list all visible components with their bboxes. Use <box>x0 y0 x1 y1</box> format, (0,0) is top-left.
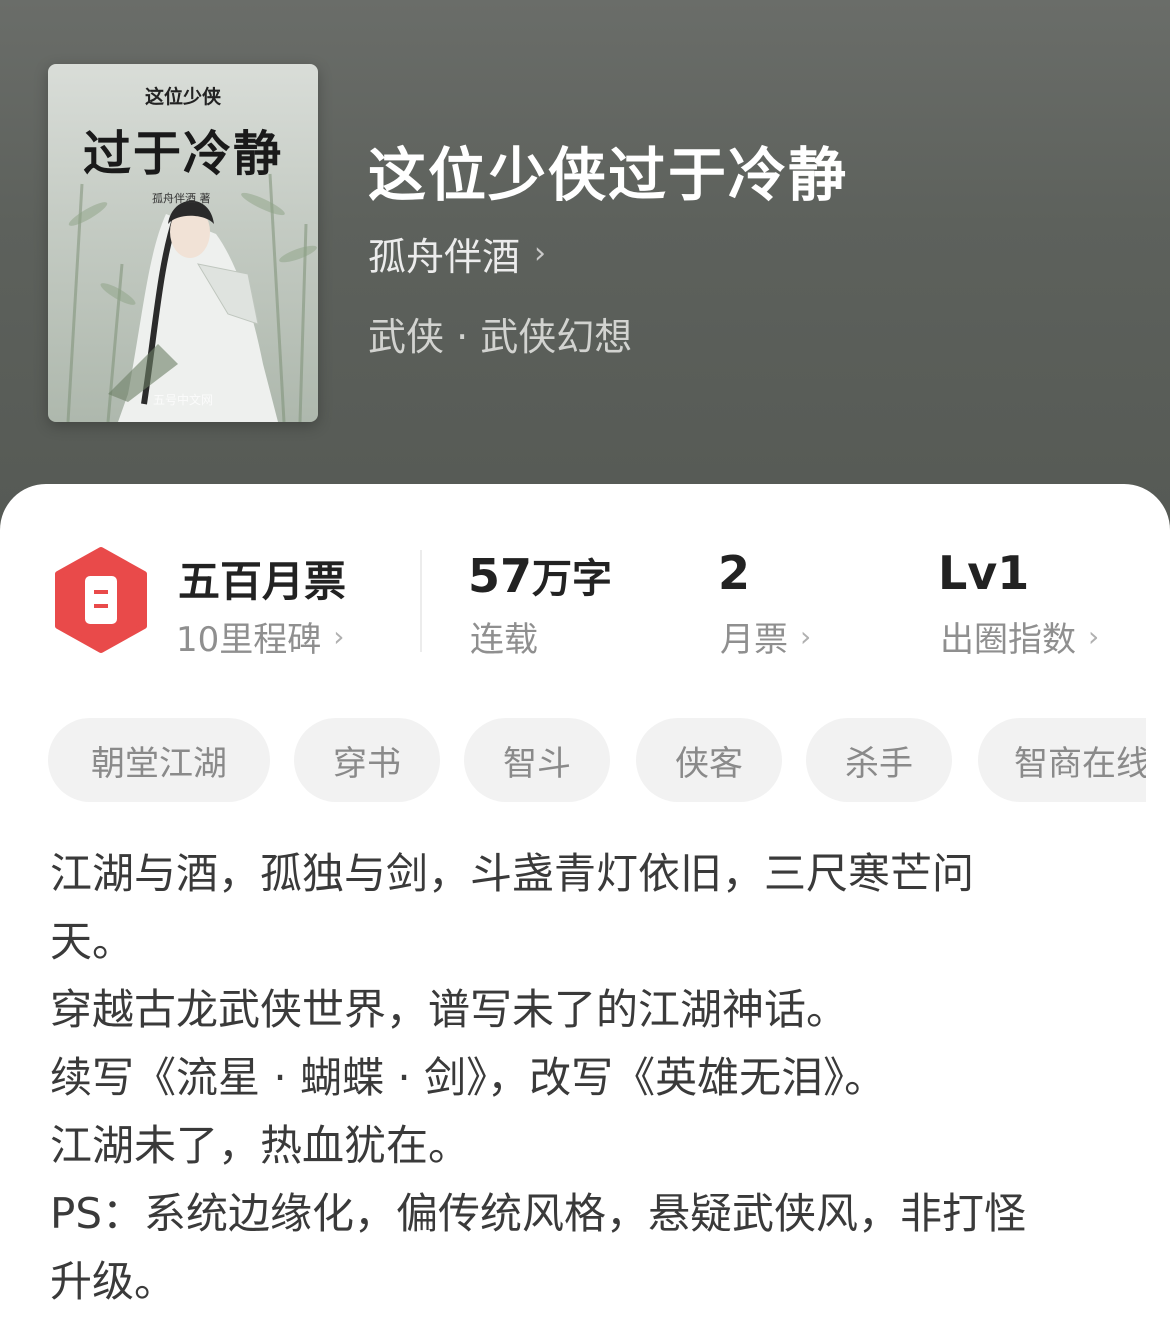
ticket-milestone-link[interactable]: 10里程碑 › <box>176 612 344 661</box>
cover-big-title: 过于冷静 <box>82 126 283 182</box>
serial-status-label: 连载 <box>470 620 538 660</box>
tag-chip[interactable]: 侠客 <box>636 718 782 802</box>
stats-divider <box>420 550 422 652</box>
book-title: 这位少侠过于冷静 <box>368 141 849 209</box>
chevron-right-icon: › <box>800 620 812 653</box>
description-line: 江湖与酒，孤独与剑，斗盏青灯依旧，三尺寒芒问 <box>50 849 975 898</box>
book-description: 江湖与酒，孤独与剑，斗盏青灯依旧，三尺寒芒问 天。 穿越古龙武侠世界，谱写未了的… <box>50 840 1130 1316</box>
word-count-number: 57 <box>468 549 533 603</box>
monthly-votes-label: 月票 <box>720 620 788 660</box>
cover-small-title: 这位少侠 <box>144 86 221 108</box>
tag-chip[interactable]: 朝堂江湖 <box>48 718 270 802</box>
ticket-milestone-count: 10里程碑 <box>176 620 322 660</box>
cover-author: 孤舟伴酒 著 <box>152 192 211 205</box>
word-count: 57万字 <box>468 546 612 604</box>
description-line: PS：系统边缘化，偏传统风格，悬疑武侠风，非打怪 <box>50 1189 1026 1238</box>
cover-site-watermark: 五号中文网 <box>152 393 213 407</box>
description-line: 天。 <box>50 917 135 966</box>
description-line: 续写《流星 · 蝴蝶 · 剑》，改写《英雄无泪》。 <box>50 1053 887 1102</box>
ticket-milestone-title: 五百月票 <box>178 557 347 606</box>
word-count-unit: 万字 <box>532 556 613 602</box>
chevron-right-icon: › <box>1088 620 1100 653</box>
monthly-votes-count: 2 <box>718 546 751 600</box>
tag-chip[interactable]: 智斗 <box>464 718 610 802</box>
description-line: 穿越古龙武侠世界，谱写未了的江湖神话。 <box>50 985 849 1034</box>
ticket-icon <box>55 547 147 653</box>
tag-chip[interactable]: 杀手 <box>806 718 952 802</box>
tag-list: 朝堂江湖 穿书 智斗 侠客 杀手 智商在线 <box>48 718 1146 802</box>
serial-status: 连载 <box>470 612 538 661</box>
description-line: 江湖未了，热血犹在。 <box>50 1121 471 1170</box>
tag-chip[interactable]: 智商在线 <box>978 718 1146 802</box>
popularity-level: Lv1 <box>938 546 1030 600</box>
description-line: 升级。 <box>50 1257 177 1306</box>
monthly-votes-link[interactable]: 月票 › <box>720 612 811 661</box>
popularity-index-label: 出圈指数 <box>940 620 1076 660</box>
book-cover[interactable]: 这位少侠 过于冷静 孤舟伴酒 著 五号中文网 <box>48 64 318 422</box>
author-link[interactable]: 孤舟伴酒 › <box>368 226 546 281</box>
genre-label: 武侠 · 武侠幻想 <box>368 315 633 359</box>
tag-chip[interactable]: 穿书 <box>294 718 440 802</box>
author-name: 孤舟伴酒 <box>368 235 521 279</box>
chevron-right-icon: › <box>534 236 547 271</box>
chevron-right-icon: › <box>333 620 345 653</box>
popularity-index-link[interactable]: 出圈指数 › <box>940 612 1099 661</box>
